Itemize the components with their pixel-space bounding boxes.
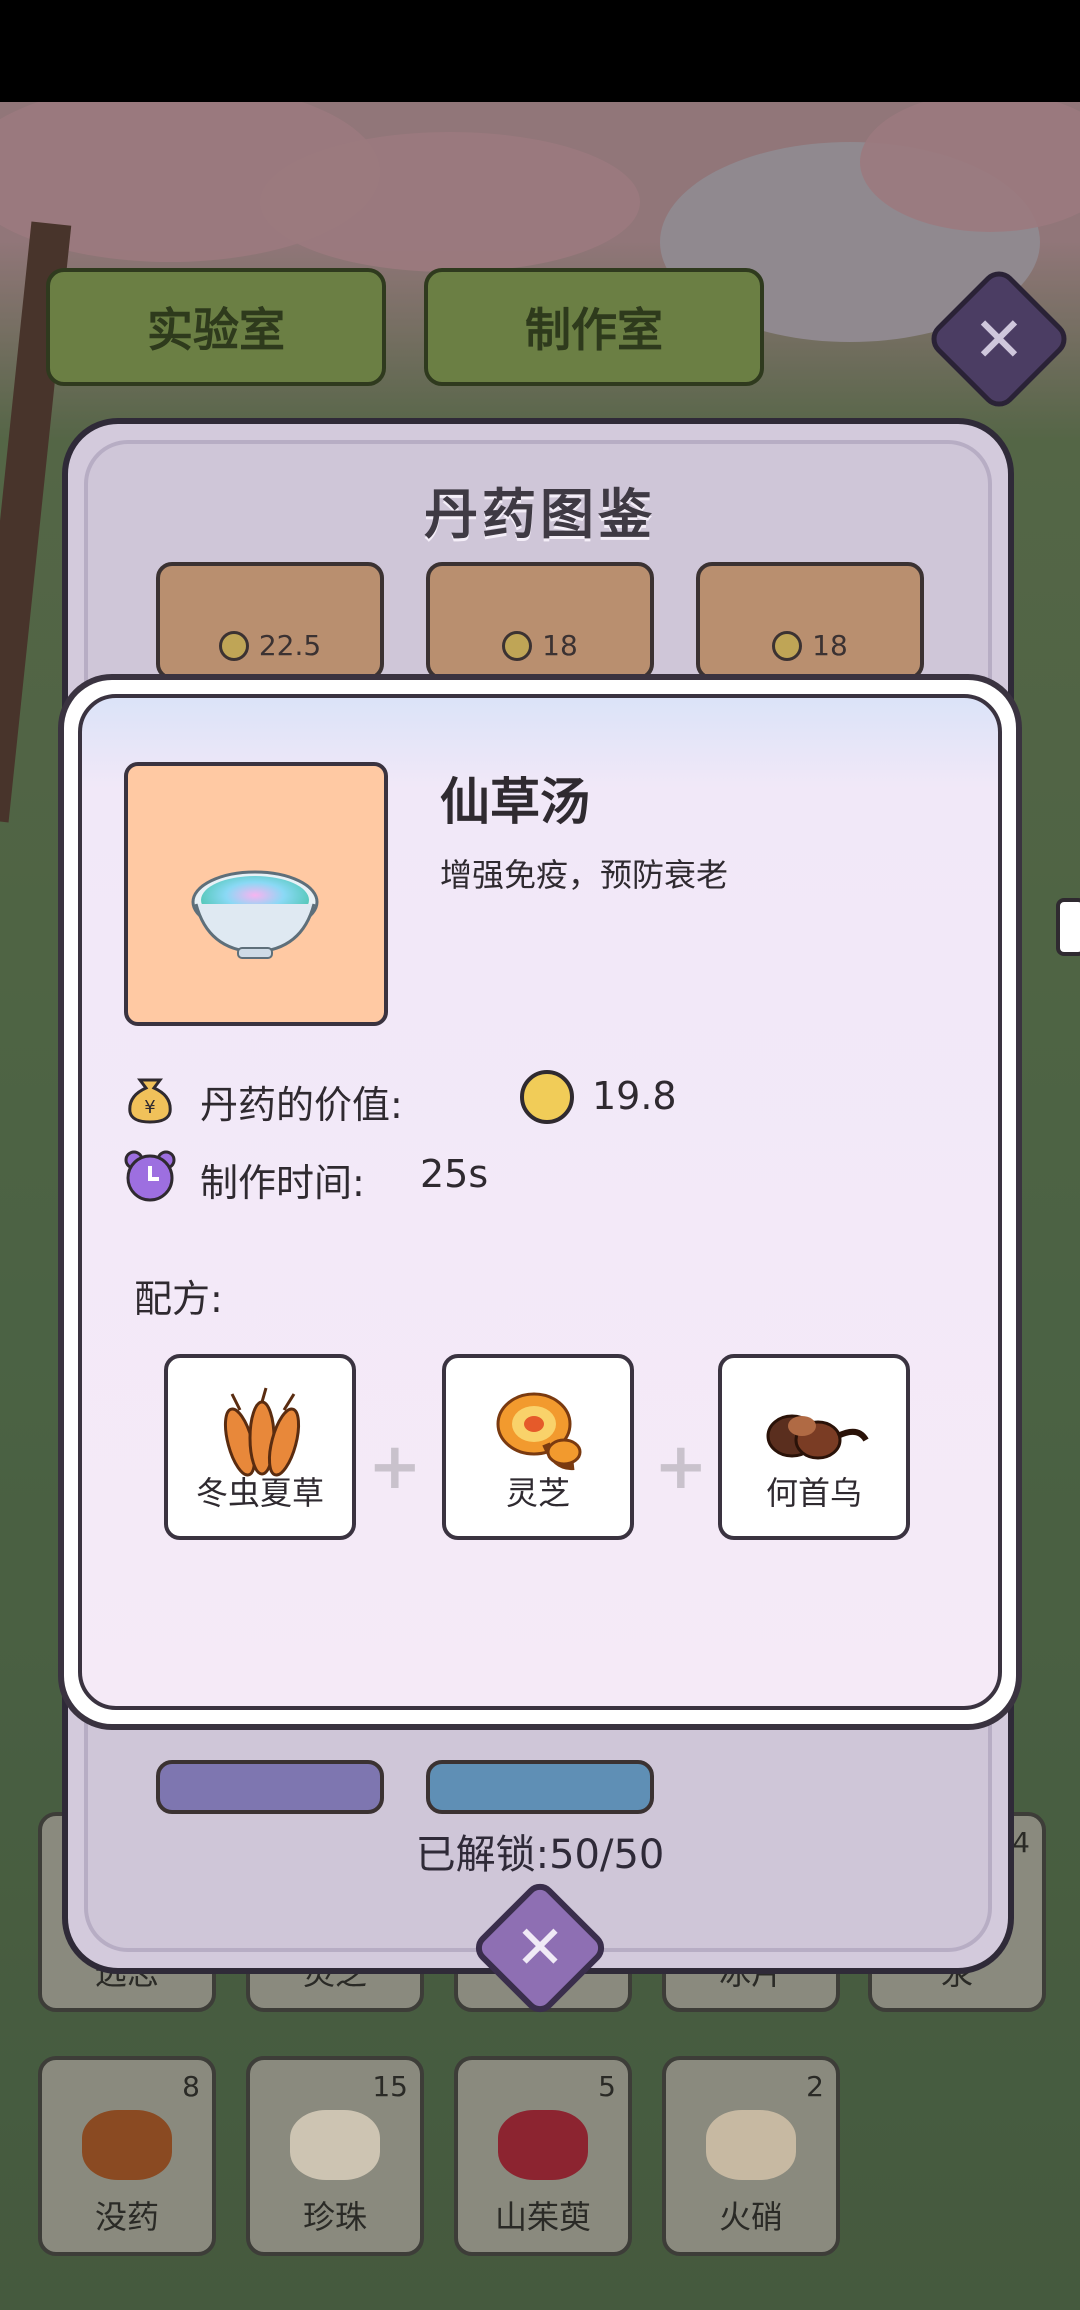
elixir-card[interactable]: 22.5 <box>156 562 384 680</box>
ingredient-slot[interactable]: 灵芝 <box>442 1354 634 1540</box>
card-price: 18 <box>430 629 650 662</box>
time-label: 制作时间: <box>200 1161 365 1205</box>
plus-icon: + <box>368 1430 422 1504</box>
slot-count: 15 <box>372 2070 408 2103</box>
close-icon: ✕ <box>973 302 1025 376</box>
inventory-slot[interactable]: 5 山茱萸 <box>454 2056 632 2256</box>
herbal-soup-bowl-icon <box>191 870 319 959</box>
elixir-card[interactable]: 18 <box>426 562 654 680</box>
value-label: 丹药的价值: <box>200 1083 403 1127</box>
coin-icon <box>772 631 803 661</box>
svg-text:¥: ¥ <box>144 1097 155 1118</box>
cornus-icon <box>498 2110 588 2180</box>
slot-count: 8 <box>182 2070 200 2103</box>
slot-name: 没药 <box>94 2198 159 2236</box>
tab-workshop[interactable]: 制作室 <box>424 268 764 386</box>
pearl-icon <box>290 2110 380 2180</box>
plus-icon: + <box>654 1430 708 1504</box>
elixir-card[interactable]: 18 <box>696 562 924 680</box>
status-bar <box>0 0 1080 102</box>
slot-count: 5 <box>598 2070 616 2103</box>
money-bag-icon: ¥ <box>128 1078 172 1124</box>
coin-icon <box>218 631 249 661</box>
saltpeter-icon <box>706 2110 796 2180</box>
panel-title: 丹药图鉴 <box>424 483 656 546</box>
elixir-card[interactable] <box>426 1760 654 1814</box>
alarm-clock-icon <box>124 1150 176 1202</box>
close-icon: ✕ <box>514 1913 566 1983</box>
unlocked-count: 已解锁:50/50 <box>415 1832 665 1878</box>
coin-icon <box>502 631 533 661</box>
heshouwu-icon <box>766 1414 869 1460</box>
slot-name: 山茱萸 <box>494 2198 591 2236</box>
card-price: 18 <box>700 629 920 662</box>
slot-name: 火硝 <box>718 2198 783 2236</box>
elixir-name: 仙草汤 <box>440 773 590 831</box>
elixir-thumbnail <box>124 762 388 1026</box>
coin-icon <box>520 1070 574 1124</box>
tab-lab[interactable]: 实验室 <box>46 268 386 386</box>
slot-name: 珍珠 <box>302 2198 367 2236</box>
elixir-value: 19.8 <box>592 1074 677 1118</box>
elixir-card[interactable] <box>156 1760 384 1814</box>
recipe-label: 配方: <box>134 1277 223 1321</box>
lingzhi-icon <box>496 1392 582 1471</box>
ingredient-slot[interactable]: 何首乌 <box>718 1354 910 1540</box>
inventory-slot[interactable]: 2 火硝 <box>662 2056 840 2256</box>
card-price: 22.5 <box>160 629 380 662</box>
ingredient-name: 灵芝 <box>505 1474 570 1512</box>
crafting-time: 25s <box>420 1152 489 1196</box>
inventory-slot[interactable]: 15 珍珠 <box>246 2056 424 2256</box>
inventory-slot[interactable]: 8 没药 <box>38 2056 216 2256</box>
slot-count: 2 <box>806 2070 824 2103</box>
elixir-description: 增强免疫，预防衰老 <box>440 856 729 894</box>
ingredient-name: 冬虫夏草 <box>195 1474 324 1512</box>
ingredient-name: 何首乌 <box>765 1474 862 1512</box>
ingredient-slot[interactable]: 冬虫夏草 <box>164 1354 356 1540</box>
side-tab[interactable] <box>1056 898 1080 956</box>
myrrh-icon <box>82 2110 172 2180</box>
